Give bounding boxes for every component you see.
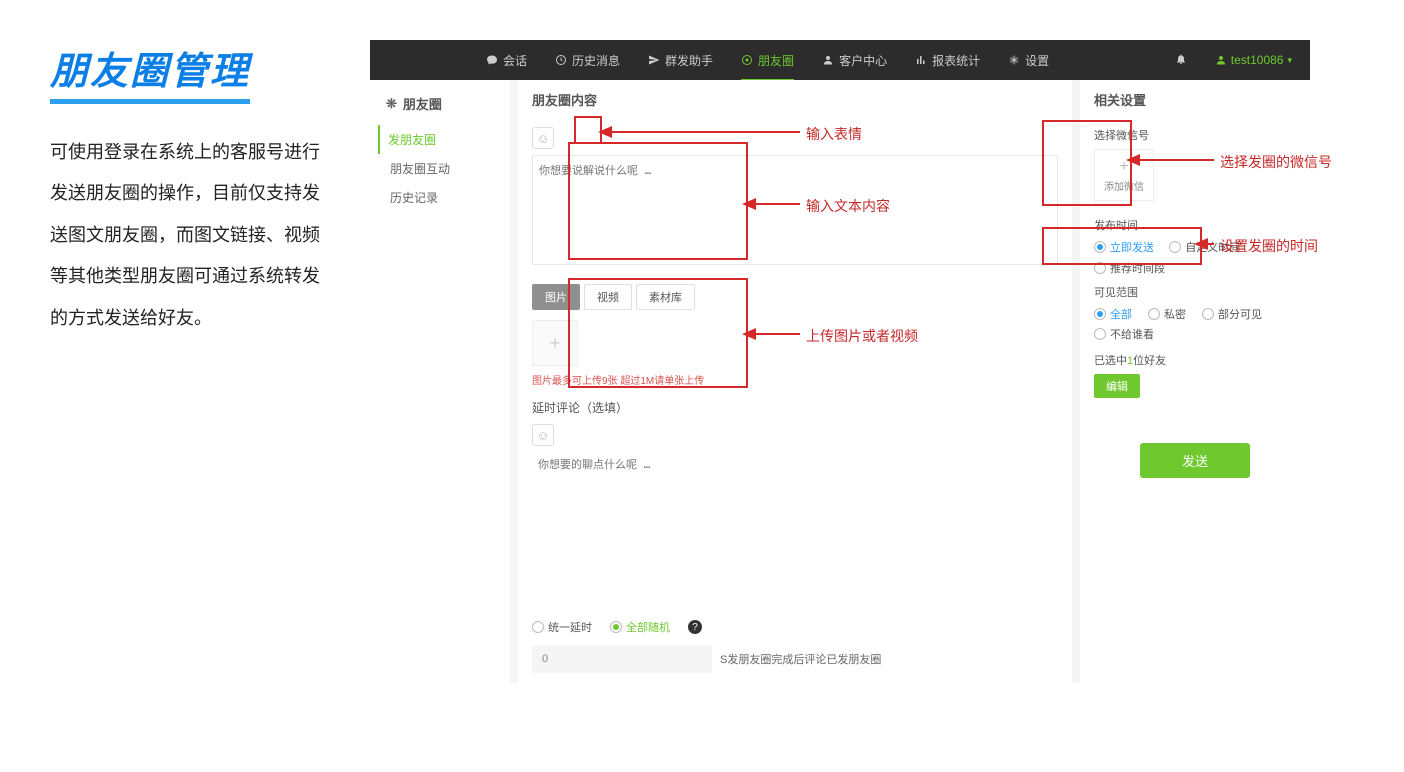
delay-emoji-button[interactable]: ☺ — [532, 424, 554, 446]
emoji-button[interactable]: ☺ — [532, 127, 554, 149]
radio-immediate-label: 立即发送 — [1110, 239, 1154, 255]
radio-custom-label: 自定义时间 — [1185, 239, 1240, 255]
radio-uniform-label: 统一延时 — [548, 619, 592, 635]
nav-history-label: 历史消息 — [572, 52, 620, 69]
radio-recommend-time[interactable]: 推荐时间段 — [1094, 260, 1296, 276]
radio-visible-private[interactable]: 私密 — [1148, 306, 1186, 322]
bell-icon[interactable] — [1175, 53, 1187, 68]
radio-visible-exclude[interactable]: 不给谁看 — [1094, 326, 1296, 342]
settings-panel: 相关设置 选择微信号 + 添加微信 发布时间 立即发送 自定义时间 推荐时 — [1080, 80, 1310, 683]
main-title: 朋友圈内容 — [532, 90, 1058, 117]
slide-title: 朋友圈管理 — [50, 40, 250, 104]
gear-icon — [1008, 54, 1020, 66]
visible-scope-label: 可见范围 — [1094, 284, 1296, 300]
nav-reports-label: 报表统计 — [932, 52, 980, 69]
user-menu[interactable]: test10086 ▾ — [1215, 53, 1292, 67]
user-name: test10086 — [1231, 53, 1284, 67]
nav-settings[interactable]: 设置 — [1008, 52, 1049, 69]
nav-session[interactable]: 会话 — [486, 52, 527, 69]
radio-recommend-label: 推荐时间段 — [1110, 260, 1165, 276]
nav-customer-label: 客户中心 — [839, 52, 887, 69]
nav-moments[interactable]: 朋友圈 — [741, 52, 794, 81]
radio-immediate[interactable]: 立即发送 — [1094, 239, 1154, 255]
nav-reports[interactable]: 报表统计 — [915, 52, 980, 69]
chevron-down-icon: ▾ — [1287, 55, 1292, 66]
radio-all-label: 全部 — [1110, 306, 1132, 322]
radio-visible-all[interactable]: 全部 — [1094, 306, 1132, 322]
app-window: 会话 历史消息 群发助手 朋友圈 客户中心 — [370, 40, 1310, 683]
delay-comment-textarea[interactable] — [532, 450, 1058, 476]
tab-library[interactable]: 素材库 — [636, 284, 695, 310]
publish-time-label: 发布时间 — [1094, 217, 1296, 233]
nav-customer[interactable]: 客户中心 — [822, 52, 887, 69]
radio-random-label: 全部随机 — [626, 619, 670, 635]
plus-icon: + — [1119, 158, 1128, 176]
radio-partial-label: 部分可见 — [1218, 306, 1262, 322]
slide-description: 可使用登录在系统上的客服号进行发送朋友圈的操作，目前仅支持发送图文朋友圈，而图文… — [50, 132, 330, 339]
add-image-button[interactable]: + — [532, 320, 578, 366]
avatar-icon — [1215, 54, 1227, 66]
nav-history[interactable]: 历史消息 — [555, 52, 620, 69]
send-icon — [648, 54, 660, 66]
chart-icon — [915, 54, 927, 66]
tab-video[interactable]: 视频 — [584, 284, 632, 310]
settings-title: 相关设置 — [1094, 90, 1296, 117]
nav-session-label: 会话 — [503, 52, 527, 69]
radio-private-label: 私密 — [1164, 306, 1186, 322]
help-icon[interactable]: ? — [688, 620, 702, 634]
nav-settings-label: 设置 — [1025, 52, 1049, 69]
delay-seconds-input[interactable] — [532, 645, 712, 673]
send-button[interactable]: 发送 — [1140, 443, 1250, 478]
content-textarea[interactable] — [532, 155, 1058, 265]
nav-broadcast-label: 群发助手 — [665, 52, 713, 69]
radio-uniform-delay[interactable]: 统一延时 — [532, 619, 592, 635]
select-wx-label: 选择微信号 — [1094, 127, 1296, 143]
moments-icon — [741, 54, 753, 66]
add-wechat-label: 添加微信 — [1104, 178, 1144, 193]
chat-icon — [486, 54, 498, 66]
sidebar-header: ❊ 朋友圈 — [386, 94, 494, 113]
tab-image[interactable]: 图片 — [532, 284, 580, 310]
sidebar-item-post[interactable]: 发朋友圈 — [378, 125, 494, 154]
sidebar: ❊ 朋友圈 发朋友圈 朋友圈互动 历史记录 — [370, 80, 510, 683]
sidebar-header-label: 朋友圈 — [403, 94, 442, 113]
sidebar-item-history[interactable]: 历史记录 — [386, 183, 494, 212]
user-icon — [822, 54, 834, 66]
sidebar-item-interact[interactable]: 朋友圈互动 — [386, 154, 494, 183]
edit-button[interactable]: 编辑 — [1094, 374, 1140, 398]
delay-suffix: S发朋友圈完成后评论已发朋友圈 — [720, 651, 881, 667]
image-hint: 图片最多可上传9张 超过1M请单张上传 — [532, 372, 1058, 387]
top-nav: 会话 历史消息 群发助手 朋友圈 客户中心 — [370, 40, 1310, 80]
delay-comment-title: 延时评论（选填） — [532, 399, 1058, 416]
nav-broadcast[interactable]: 群发助手 — [648, 52, 713, 69]
main-content: 朋友圈内容 ☺ 图片 视频 素材库 + 图片最多可上传9张 超过1M请单张上传 — [518, 80, 1072, 683]
radio-exclude-label: 不给谁看 — [1110, 326, 1154, 342]
radio-custom-time[interactable]: 自定义时间 — [1169, 239, 1240, 255]
add-wechat-button[interactable]: + 添加微信 — [1094, 149, 1154, 201]
selected-friends: 已选中1位好友 — [1094, 352, 1296, 368]
moments-icon: ❊ — [386, 96, 397, 112]
radio-random-delay[interactable]: 全部随机 — [610, 619, 670, 635]
radio-visible-partial[interactable]: 部分可见 — [1202, 306, 1262, 322]
clock-icon — [555, 54, 567, 66]
nav-moments-label: 朋友圈 — [758, 52, 794, 69]
